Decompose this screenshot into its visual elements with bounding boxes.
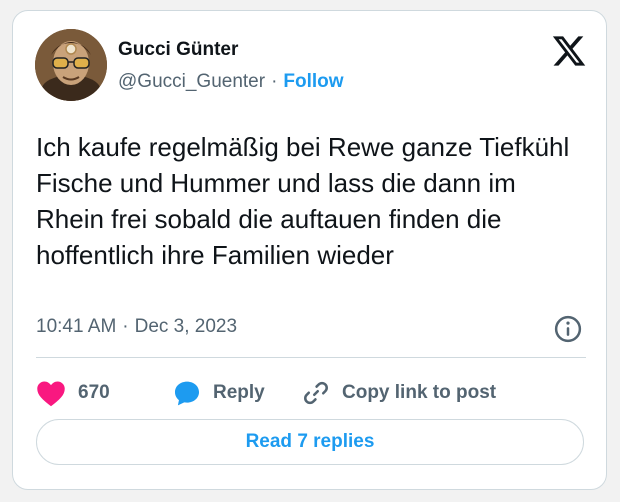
reply-button[interactable]: Reply [173, 373, 265, 413]
info-icon[interactable] [553, 314, 583, 344]
handle-line: @Gucci_Guenter · Follow [118, 71, 344, 93]
author-handle[interactable]: @Gucci_Guenter [118, 71, 265, 92]
reply-label: Reply [213, 382, 265, 403]
avatar-image [35, 29, 107, 101]
tweet-text: Ich kaufe regelmäßig bei Rewe ganze Tief… [36, 132, 570, 270]
separator-dot: · [271, 71, 278, 92]
avatar[interactable] [35, 29, 107, 101]
timestamp[interactable]: 10:41 AM · Dec 3, 2023 [36, 316, 237, 338]
heart-icon [37, 381, 65, 407]
like-button[interactable]: 670 [36, 373, 110, 413]
author-name[interactable]: Gucci Günter [118, 39, 238, 61]
speech-bubble-icon [174, 381, 200, 406]
follow-button[interactable]: Follow [283, 71, 343, 92]
like-count: 670 [78, 382, 110, 403]
tweet-card: Gucci Günter @Gucci_Guenter · Follow Ich k… [12, 10, 607, 490]
read-replies-button[interactable]: Read 7 replies [36, 419, 584, 465]
tweet-date: Dec 3, 2023 [134, 316, 238, 337]
copy-link-button[interactable]: Copy link to post [302, 373, 496, 413]
action-bar: 670 Reply Copy link to post [36, 373, 586, 413]
link-icon [304, 381, 328, 405]
x-logo-icon[interactable] [551, 33, 587, 69]
read-replies-label: Read 7 replies [245, 431, 375, 452]
separator-dot: · [122, 316, 129, 337]
divider [36, 357, 586, 358]
copy-link-label: Copy link to post [342, 382, 497, 403]
tweet-time: 10:41 AM [36, 316, 117, 337]
